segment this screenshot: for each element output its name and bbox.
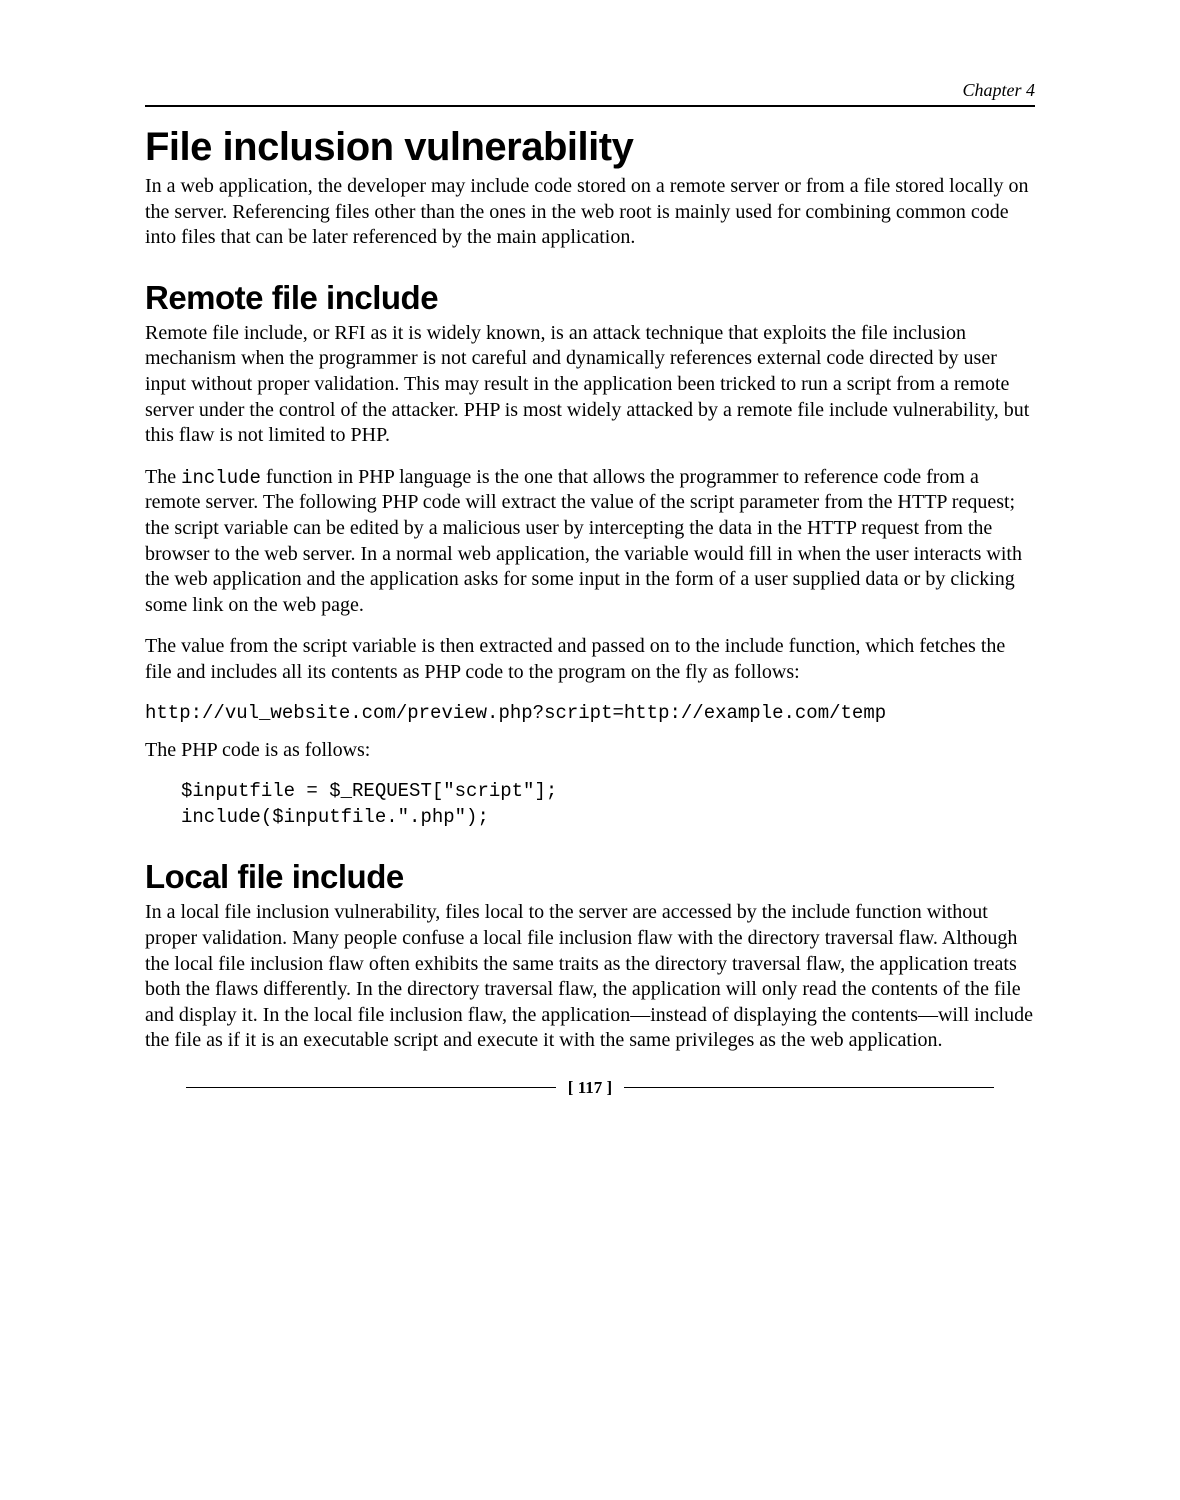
page-footer: [ 117 ] [145,1078,1035,1098]
example-url: http://vul_website.com/preview.php?scrip… [145,702,1035,724]
rfi-paragraph-2: The include function in PHP language is … [145,465,1035,619]
heading-remote-file-include: Remote file include [145,279,1035,317]
intro-paragraph: In a web application, the developer may … [145,174,1035,251]
rfi-paragraph-1: Remote file include, or RFI as it is wid… [145,321,1035,449]
rfi-paragraph-3: The value from the script variable is th… [145,634,1035,685]
lfi-paragraph: In a local file inclusion vulnerability,… [145,900,1035,1054]
php-code-block: $inputfile = $_REQUEST["script"]; includ… [181,779,1035,830]
heading-local-file-include: Local file include [145,858,1035,896]
rfi-p2-text-b: function in PHP language is the one that… [145,466,1022,616]
inline-code-include: include [181,467,261,489]
chapter-label: Chapter 4 [145,80,1035,107]
footer-rule-right [624,1087,994,1088]
footer-rule-left [186,1087,556,1088]
php-code-intro: The PHP code is as follows: [145,738,1035,764]
page-number: [ 117 ] [568,1078,612,1098]
rfi-p2-text-a: The [145,466,181,488]
heading-file-inclusion: File inclusion vulnerability [145,125,1035,170]
